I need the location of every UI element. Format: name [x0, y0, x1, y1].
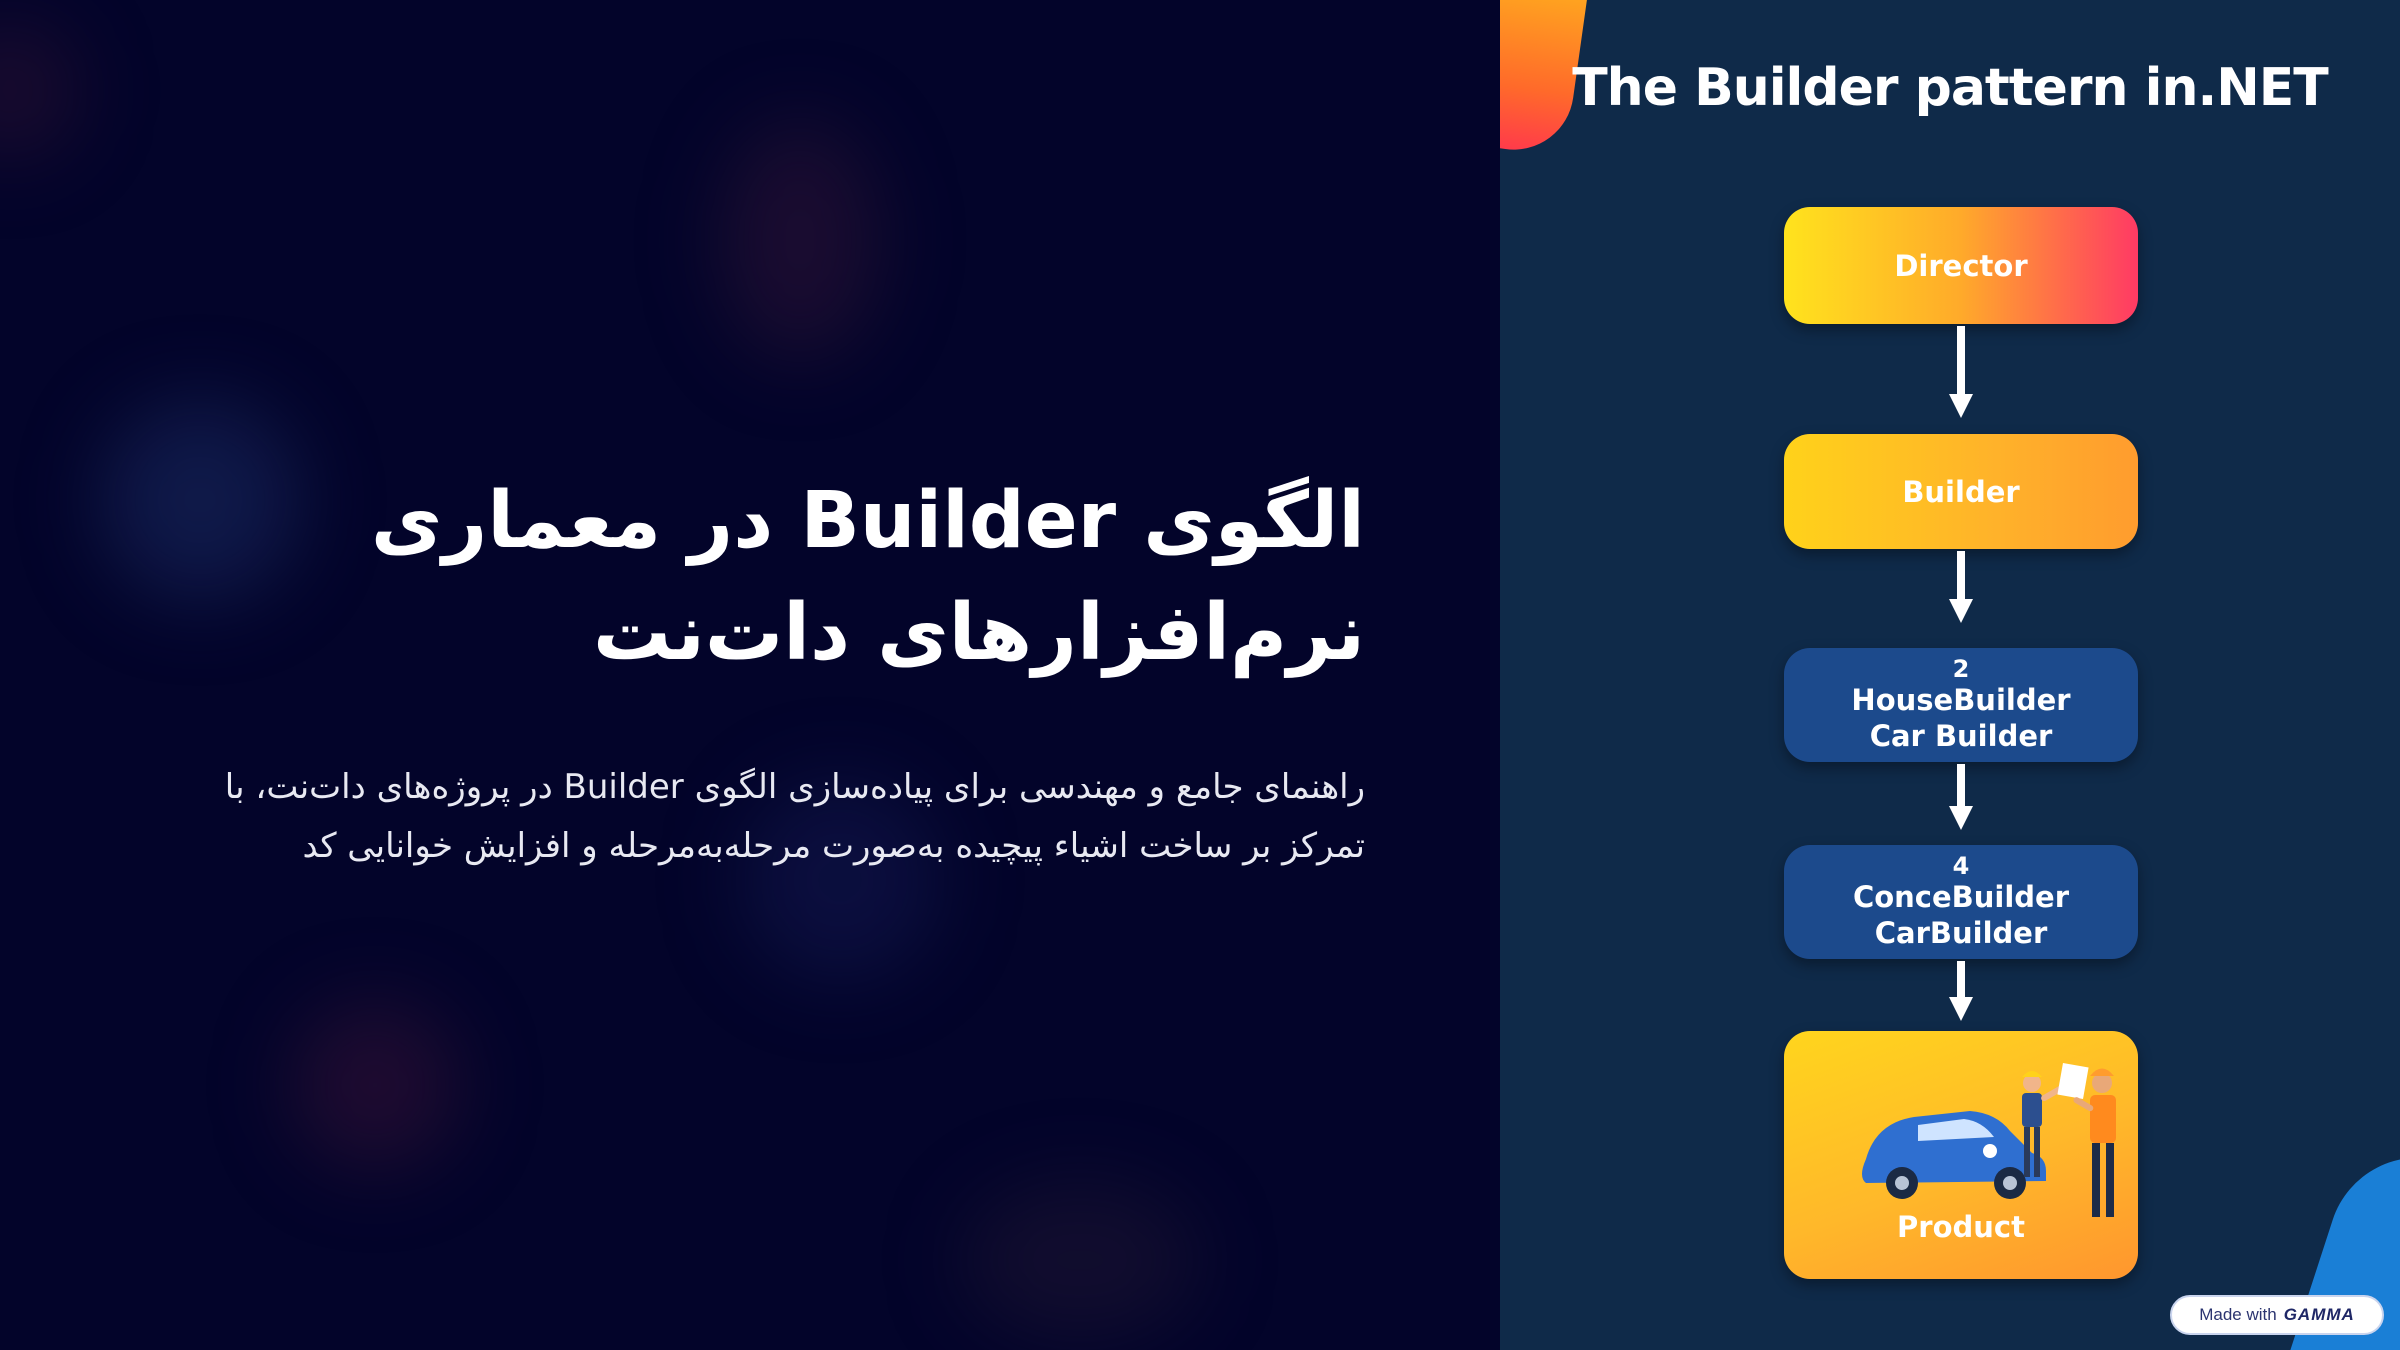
builder-label: Builder — [1902, 474, 2020, 509]
step-number: 4 — [1952, 852, 1970, 880]
product-box: Product — [1784, 1031, 2138, 1279]
background-glow — [0, 20, 80, 160]
car-icon — [1862, 1111, 2046, 1199]
house-builder-box: 2 HouseBuilder Car Builder — [1784, 648, 2138, 762]
badge-prefix: Made with — [2199, 1305, 2277, 1324]
car-builder-label: CarBuilder — [1874, 916, 2048, 950]
product-label: Product — [1897, 1210, 2025, 1244]
diagram-title: The Builder pattern in.NET — [1572, 58, 2329, 118]
document-icon — [2057, 1062, 2089, 1100]
made-with-gamma-badge[interactable]: Made with GAMMA — [2170, 1295, 2384, 1335]
director-label: Director — [1894, 248, 2028, 283]
diagram-image: The Builder pattern in.NET Director Buil… — [1500, 0, 2400, 1350]
down-arrow-icon — [1949, 961, 1973, 1021]
gamma-logo: GAMMA — [2283, 1305, 2355, 1324]
down-arrow-icon — [1949, 551, 1973, 623]
down-arrow-icon — [1949, 764, 1973, 830]
slide: الگوی Builder در معماری نرم‌افزارهای دات… — [0, 0, 2400, 1350]
background-glow — [290, 1000, 460, 1170]
background-glow — [720, 120, 880, 360]
slide-subtitle: راهنمای جامع و مهندسی برای پیاده‌سازی ال… — [224, 767, 1365, 866]
background-glow — [100, 400, 300, 600]
car-builder-label: Car Builder — [1869, 719, 2053, 753]
concrete-builder-box: 4 ConceBuilder CarBuilder — [1784, 845, 2138, 959]
house-builder-label: HouseBuilder — [1851, 683, 2071, 717]
concrete-builder-label: ConceBuilder — [1852, 880, 2070, 914]
step-number: 2 — [1952, 655, 1970, 683]
director-box: Director — [1784, 207, 2138, 324]
builder-box: Builder — [1784, 434, 2138, 549]
slide-title: الگوی Builder در معماری نرم‌افزارهای دات… — [370, 476, 1365, 678]
down-arrow-icon — [1949, 326, 1973, 418]
background-glow — [960, 1180, 1200, 1340]
